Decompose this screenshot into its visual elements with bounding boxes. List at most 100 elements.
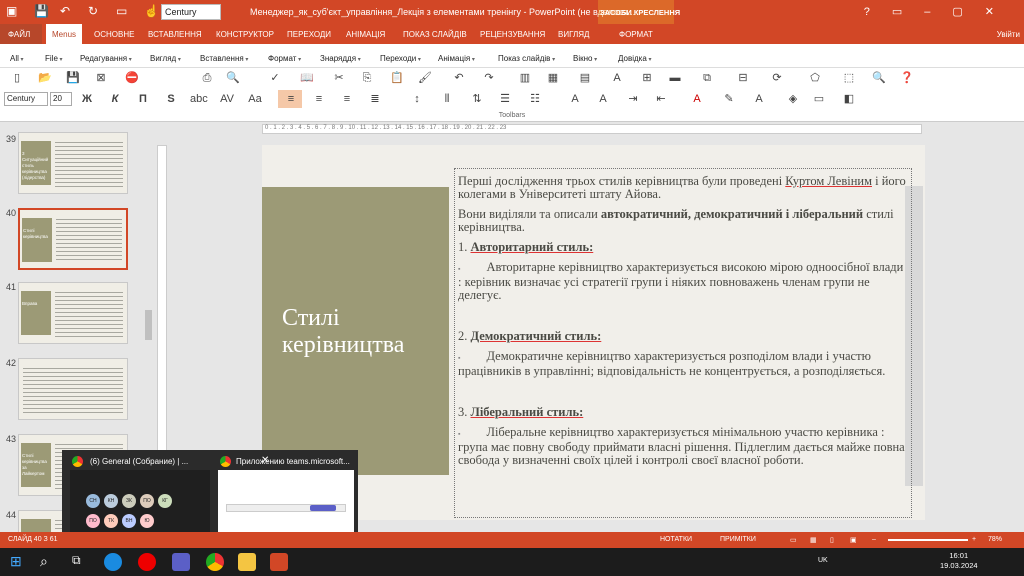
menu-edit[interactable]: Редагування [80,54,132,63]
help-button[interactable]: ? [864,6,892,18]
preview-title-teams[interactable]: (6) General (Собрание) | ... [90,457,188,466]
outline-icon[interactable]: ▭ [812,92,826,106]
smartart-icon[interactable]: ▤ [578,71,592,85]
menu-animation[interactable]: Анімація [438,54,475,63]
indent-icon[interactable]: ⇥ [626,92,640,106]
char-spacing-icon[interactable]: AV [220,92,234,106]
zoom-icon[interactable]: ⊟ [736,71,750,85]
preview-title-teams-app[interactable]: Приложению teams.microsoft... [236,457,350,466]
grow-font-icon[interactable]: A [568,92,582,106]
windows-start-icon[interactable]: ⊞ [10,553,28,571]
outdent-icon[interactable]: ⇤ [654,92,668,106]
format-painter-icon[interactable]: 🖌 [418,71,432,85]
tab-review[interactable]: РЕЦЕНЗУВАННЯ [480,30,545,39]
font-color-icon[interactable]: A [690,92,704,106]
research-icon[interactable]: 📖 [300,71,314,85]
shapes-icon[interactable]: ⬠ [808,71,822,85]
powerpoint-icon[interactable] [270,553,288,571]
menu-window[interactable]: Вікно [573,54,597,63]
grid-icon[interactable]: ⊞ [640,71,654,85]
horizontal-ruler[interactable]: 0 . 1 . 2 . 3 . 4 . 5 . 6 . 7 . 8 . 9 . … [262,124,922,134]
close-doc-icon[interactable]: ⊠ [94,71,108,85]
tab-home[interactable]: ОСНОВНЕ [94,30,134,39]
slide-thumbnail[interactable] [18,358,128,420]
new-icon[interactable]: ▯ [10,71,24,85]
align-left-icon[interactable]: ≡ [284,92,298,106]
underline-button[interactable]: П [136,92,150,106]
minimize-button[interactable]: – [924,6,952,18]
tab-transitions[interactable]: ПЕРЕХОДИ [287,30,331,39]
thumbnail-scroll-thumb[interactable] [145,310,152,340]
menu-tools[interactable]: Знаряддя [320,54,361,63]
tab-format[interactable]: ФОРМАТ [619,30,653,39]
chrome-icon[interactable] [206,553,224,571]
line-style-icon[interactable]: ▬ [668,71,682,85]
tab-insert[interactable]: ВСТАВЛЕННЯ [148,30,202,39]
group-icon[interactable]: ⬚ [842,71,856,85]
strikethrough-icon[interactable]: abc [190,92,208,106]
menu-insert[interactable]: Вставлення [200,54,248,63]
slide-title[interactable]: Стилі керівництва [282,305,442,359]
teams-icon[interactable] [172,553,190,571]
chart-icon[interactable]: ▥ [518,71,532,85]
fill-icon[interactable]: ◈ [786,92,800,106]
start-slideshow-icon[interactable]: ▭ [116,4,127,18]
font-size-select[interactable]: 20 [50,92,72,106]
tab-file[interactable]: ФАЙЛ [0,24,42,44]
align-center-icon[interactable]: ≡ [312,92,326,106]
save-icon[interactable]: 💾 [66,71,80,85]
task-view-icon[interactable]: ⧉ [72,553,90,571]
numbering-icon[interactable]: ☷ [528,92,542,106]
tab-animations[interactable]: АНІМАЦІЯ [346,30,385,39]
permission-icon[interactable]: ⛔ [125,71,139,85]
opera-icon[interactable] [138,553,156,571]
menu-transitions[interactable]: Переходи [380,54,421,63]
zoom-slider[interactable] [888,539,968,541]
shape-effects-icon[interactable]: ◧ [842,92,856,106]
menu-view[interactable]: Вигляд [150,54,181,63]
menu-file[interactable]: File [45,54,63,63]
tab-view[interactable]: ВИГЛЯД [558,30,589,39]
search-icon[interactable]: ⌕ [40,553,58,571]
qat-font-box[interactable]: Century [161,4,221,20]
redo-icon[interactable]: ↻ [88,4,98,18]
bold-button[interactable]: Ж [80,92,94,106]
shadow-button[interactable]: S [164,92,178,106]
zoom-in-icon[interactable]: + [972,536,976,543]
wordart-icon[interactable]: A [610,71,624,85]
menu-all[interactable]: All [10,54,24,63]
columns-icon[interactable]: ⫴ [440,92,454,106]
arrange-icon[interactable]: ⧉ [700,71,714,85]
help-icon[interactable]: ❓ [900,71,914,85]
zoom-level[interactable]: 78% [988,536,1002,543]
slideshow-view-icon[interactable]: ▣ [850,536,857,544]
close-button[interactable]: ✕ [985,6,1016,18]
rotate-icon[interactable]: ⟳ [770,71,784,85]
maximize-button[interactable]: ▢ [952,6,984,18]
slide-thumbnail-selected[interactable]: Стилі керівництва [18,208,128,270]
edge-icon[interactable] [104,553,122,571]
undo-icon[interactable]: ↶ [452,71,466,85]
text-direction-icon[interactable]: ⇅ [470,92,484,106]
save-icon[interactable]: 💾 [34,4,49,18]
highlight-icon[interactable]: ✎ [722,92,736,106]
notes-button[interactable]: НОТАТКИ [660,536,692,543]
table-icon[interactable]: ▦ [546,71,560,85]
reading-view-icon[interactable]: ▯ [830,536,834,544]
paste-icon[interactable]: 📋 [390,71,404,85]
bullets-icon[interactable]: ☰ [498,92,512,106]
print-icon[interactable]: ⎙ [200,71,214,85]
justify-icon[interactable]: ≣ [368,92,382,106]
sorter-view-icon[interactable]: ▦ [810,536,817,544]
menu-format[interactable]: Формат [268,54,301,63]
find-icon[interactable]: 🔍 [872,71,886,85]
slide-body-text[interactable]: Перші дослідження трьох стилів керівницт… [458,175,906,474]
tab-menus[interactable]: Menus [46,24,82,44]
copy-icon[interactable]: ⎘ [360,71,374,85]
spelling-icon[interactable]: ✓ [268,71,282,85]
slide-thumbnail[interactable]: 3 Ситуаційний стиль керівництва (лідерст… [18,132,128,194]
explorer-icon[interactable] [238,553,256,571]
line-spacing-icon[interactable]: ↕ [410,92,424,106]
italic-button[interactable]: К [108,92,122,106]
shrink-font-icon[interactable]: A [596,92,610,106]
